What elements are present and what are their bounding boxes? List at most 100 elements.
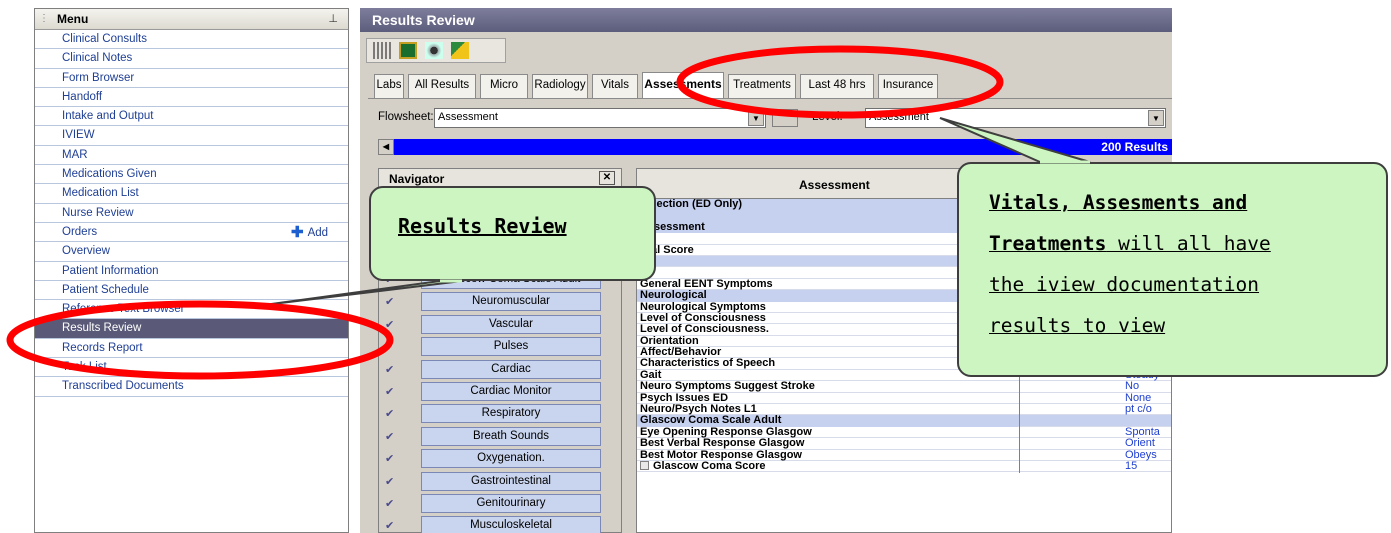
menu-item[interactable]: Nurse Review (35, 204, 348, 223)
row-value: 15 (1125, 459, 1138, 472)
navigator-item-button[interactable]: Oxygenation. (421, 449, 601, 469)
navigator-item-button[interactable]: Genitourinary (421, 494, 601, 513)
flowsheet-icon[interactable] (451, 42, 469, 59)
checkbox-icon[interactable]: ✔ (385, 497, 399, 510)
checkbox-icon[interactable]: ✔ (385, 295, 399, 308)
navigator-item-button[interactable]: Pulses (421, 337, 601, 357)
table-row[interactable]: Glascow Coma Score 15 (637, 459, 1171, 473)
row-label-text: Neuro Symptoms Suggest Stroke (640, 380, 815, 393)
navigator-item[interactable]: ✔ Genitourinary (379, 494, 623, 513)
tab-last-48-hrs[interactable]: Last 48 hrs (800, 74, 874, 98)
plus-icon: ✚ (291, 223, 304, 241)
navigator-item-button[interactable]: Cardiac Monitor (421, 382, 601, 401)
menu-item[interactable]: Transcribed Documents (35, 377, 348, 397)
navigator-item[interactable]: ✔ Musculoskeletal (379, 516, 623, 533)
eye-view-icon[interactable] (425, 42, 443, 59)
chevron-down-icon[interactable]: ▼ (1148, 110, 1164, 126)
tab-all-results[interactable]: All Results (408, 74, 476, 98)
graph-view-icon[interactable] (399, 42, 417, 59)
row-label: Glascow Coma Score (640, 459, 1018, 472)
navigator-item[interactable]: ✔ Cardiac Monitor (379, 382, 623, 401)
tab-insurance[interactable]: Insurance (878, 74, 938, 98)
navigator-item[interactable]: ✔ Breath Sounds (379, 426, 623, 446)
menu-item[interactable]: IVIEW (35, 126, 348, 146)
navigator-item[interactable]: ✔ Vascular (379, 314, 623, 334)
navigator-item-button[interactable]: Respiratory (421, 404, 601, 424)
menu-item[interactable]: Records Report (35, 339, 348, 359)
menu-item[interactable]: Overview (35, 242, 348, 262)
tab-radiology[interactable]: Radiology (532, 74, 588, 98)
callout-line2-bold: Treatments (989, 232, 1107, 255)
navigator-item[interactable]: ✔ Pulses (379, 337, 623, 357)
navigator-item[interactable]: ✔ Oxygenation. (379, 449, 623, 469)
navigator-title: Navigator (389, 172, 445, 186)
flowsheet-button[interactable] (772, 109, 798, 127)
table-view-icon[interactable] (373, 42, 391, 59)
menu-item[interactable]: MAR (35, 146, 348, 166)
row-label-text: Glascow Coma Score (653, 459, 766, 472)
menu-item[interactable]: Intake and Output (35, 107, 348, 127)
tab-labs[interactable]: Labs (374, 74, 404, 98)
add-label: Add (307, 226, 329, 239)
navigator-item-button[interactable]: Gastrointestinal (421, 471, 601, 491)
menu-item[interactable]: Reference Text Browser (35, 300, 348, 320)
checkbox-icon[interactable]: ✔ (385, 407, 399, 420)
navigator-item-button[interactable]: Vascular (421, 314, 601, 334)
navigator-item[interactable]: ✔ Neuromuscular (379, 292, 623, 312)
column-divider (1019, 438, 1020, 451)
menu-item[interactable]: Task List (35, 358, 348, 378)
menu-item-label: Patient Schedule (62, 283, 149, 296)
menu-item-label: Medication List (62, 187, 139, 200)
navigator-item[interactable]: ✔ Gastrointestinal (379, 471, 623, 491)
menu-item[interactable]: Orders ✚ Add (35, 223, 348, 243)
row-label-text: Best Motor Response Glasgow (640, 448, 802, 461)
checkbox-icon[interactable]: ✔ (385, 363, 399, 376)
pin-icon[interactable]: ⊥ (328, 12, 338, 25)
tab-micro[interactable]: Micro (480, 74, 528, 98)
menu-item[interactable]: Patient Information (35, 262, 348, 281)
menu-item[interactable]: Form Browser (35, 69, 348, 88)
row-label-text: Glascow Coma Scale Adult (640, 414, 782, 427)
menu-item[interactable]: Clinical Notes (35, 49, 348, 69)
row-label-text: Neurological Symptoms (640, 300, 766, 313)
menu-item-label: Handoff (62, 90, 103, 103)
column-divider (1019, 449, 1020, 462)
menu-item[interactable]: Handoff (35, 88, 348, 108)
add-order-button[interactable]: ✚ Add (291, 223, 328, 242)
checkbox-icon[interactable]: ✔ (385, 519, 399, 532)
close-icon[interactable]: ✕ (599, 171, 615, 185)
navigator-item-button[interactable]: Breath Sounds (421, 426, 601, 446)
flowsheet-select[interactable]: Assessment ▼ (434, 108, 766, 128)
checkbox-icon[interactable]: ✔ (385, 340, 399, 353)
menu-item-label: Transcribed Documents (62, 380, 184, 393)
flowsheet-value: Assessment (438, 111, 498, 123)
menu-item[interactable]: Clinical Consults (35, 30, 348, 50)
menu-item[interactable]: Medications Given (35, 165, 348, 185)
checkbox-icon[interactable]: ✔ (385, 385, 399, 398)
tab-vitals[interactable]: Vitals (592, 74, 638, 98)
tab-treatments[interactable]: Treatments (728, 74, 796, 98)
navigator-item-button[interactable]: Neuromuscular (421, 292, 601, 312)
checkbox-icon[interactable]: ✔ (385, 452, 399, 465)
checkbox-icon[interactable]: ✔ (385, 475, 399, 488)
checkbox-icon[interactable]: ✔ (385, 430, 399, 443)
menu-item[interactable]: Medication List (35, 184, 348, 204)
column-divider (1019, 381, 1020, 394)
grip-icon: ⋮ (39, 13, 49, 24)
navigator-item[interactable]: ✔ Cardiac (379, 359, 623, 379)
navigator-item-button[interactable]: Musculoskeletal (421, 516, 601, 533)
row-label-text: Affect/Behavior (640, 346, 722, 359)
navigator-item-button[interactable]: Cardiac (421, 359, 601, 379)
checkbox-icon[interactable]: ✔ (385, 318, 399, 331)
chevron-down-icon[interactable]: ▼ (748, 110, 764, 126)
navigator-item[interactable]: ✔ Respiratory (379, 404, 623, 424)
menu-item[interactable]: Results Review (35, 319, 348, 339)
row-label-text: General EENT Symptoms (640, 277, 773, 290)
tab-assessments[interactable]: Assessments (642, 72, 724, 99)
level-select[interactable]: Assessment ▼ (865, 108, 1166, 128)
scroll-left-icon[interactable]: ◀ (378, 139, 394, 155)
expand-icon[interactable] (640, 460, 649, 470)
menu-item[interactable]: Patient Schedule (35, 281, 348, 301)
menu-item-label: Task List (62, 361, 107, 374)
row-label-text: Characteristics of Speech (640, 357, 776, 370)
